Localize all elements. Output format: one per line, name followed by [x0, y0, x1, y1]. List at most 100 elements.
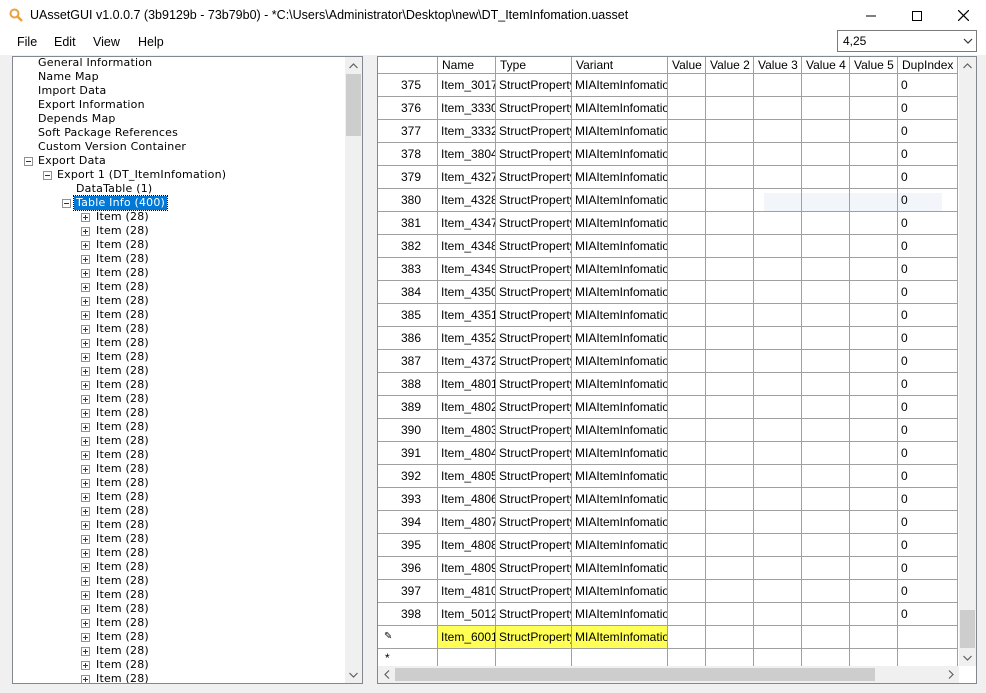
expand-icon[interactable] — [81, 465, 90, 474]
cell-value3[interactable] — [754, 281, 802, 304]
new-cell-value2[interactable] — [706, 649, 754, 666]
cell-value4[interactable] — [802, 327, 850, 350]
cell-name[interactable]: Item_4803 — [438, 419, 496, 442]
column-header-value4[interactable]: Value 4 — [802, 57, 850, 74]
tree-node[interactable]: Export Information — [13, 98, 343, 112]
collapse-icon[interactable] — [24, 157, 33, 166]
cell-value4[interactable] — [802, 212, 850, 235]
cell-value5[interactable] — [850, 143, 898, 166]
cell-value3[interactable] — [754, 580, 802, 603]
cell-value5[interactable] — [850, 235, 898, 258]
cell-value3[interactable] — [754, 120, 802, 143]
cell-value4[interactable] — [802, 74, 850, 97]
cell-type[interactable]: StructProperty — [496, 143, 572, 166]
cell-value4[interactable] — [802, 442, 850, 465]
cell-value4[interactable] — [802, 580, 850, 603]
column-header-value2[interactable]: Value 2 — [706, 57, 754, 74]
cell-value5[interactable] — [850, 373, 898, 396]
cell-value2[interactable] — [706, 74, 754, 97]
cell-name[interactable]: Item_4327 — [438, 166, 496, 189]
cell-dupindex[interactable]: 0 — [898, 465, 958, 488]
cell-type[interactable]: StructProperty — [496, 350, 572, 373]
cell-value2[interactable] — [706, 465, 754, 488]
maximize-button[interactable] — [894, 0, 940, 31]
cell-value5[interactable] — [850, 212, 898, 235]
cell-variant[interactable]: MIAItemInfomation — [572, 258, 668, 281]
expand-icon[interactable] — [81, 255, 90, 264]
cell-name[interactable]: Item_4807 — [438, 511, 496, 534]
cell-dupindex[interactable]: 0 — [898, 442, 958, 465]
new-cell-value3[interactable] — [754, 649, 802, 666]
row-number[interactable]: 391 — [378, 442, 438, 465]
expand-icon[interactable] — [81, 521, 90, 530]
cell-value[interactable] — [668, 327, 706, 350]
cell-name[interactable]: Item_4801 — [438, 373, 496, 396]
cell-name[interactable]: Item_4804 — [438, 442, 496, 465]
edit-cell-name[interactable]: Item_6001 — [438, 626, 496, 649]
cell-value3[interactable] — [754, 488, 802, 511]
column-header-name[interactable]: Name — [438, 57, 496, 74]
tree-node-item[interactable]: Item (28) — [13, 588, 343, 602]
cell-value4[interactable] — [802, 373, 850, 396]
cell-type[interactable]: StructProperty — [496, 74, 572, 97]
tree-node-item[interactable]: Item (28) — [13, 350, 343, 364]
cell-dupindex[interactable]: 0 — [898, 603, 958, 626]
cell-name[interactable]: Item_3017 — [438, 74, 496, 97]
cell-type[interactable]: StructProperty — [496, 511, 572, 534]
new-row-marker[interactable]: * — [378, 649, 438, 666]
cell-type[interactable]: StructProperty — [496, 603, 572, 626]
column-header-dupindex[interactable]: DupIndex — [898, 57, 958, 74]
cell-value5[interactable] — [850, 396, 898, 419]
row-number[interactable]: 383 — [378, 258, 438, 281]
new-cell-name[interactable] — [438, 649, 496, 666]
cell-value4[interactable] — [802, 120, 850, 143]
cell-value4[interactable] — [802, 534, 850, 557]
row-number[interactable]: 382 — [378, 235, 438, 258]
cell-name[interactable]: Item_4808 — [438, 534, 496, 557]
column-header-value3[interactable]: Value 3 — [754, 57, 802, 74]
cell-value[interactable] — [668, 350, 706, 373]
cell-value2[interactable] — [706, 557, 754, 580]
grid-hscrollbar[interactable] — [378, 666, 959, 683]
cell-variant[interactable]: MIAItemInfomation — [572, 488, 668, 511]
cell-value4[interactable] — [802, 304, 850, 327]
tree-node-item[interactable]: Item (28) — [13, 490, 343, 504]
row-number[interactable]: 385 — [378, 304, 438, 327]
tree-node-item[interactable]: Item (28) — [13, 364, 343, 378]
expand-icon[interactable] — [81, 577, 90, 586]
cell-variant[interactable]: MIAItemInfomation — [572, 580, 668, 603]
cell-value5[interactable] — [850, 74, 898, 97]
expand-icon[interactable] — [81, 381, 90, 390]
cell-value3[interactable] — [754, 97, 802, 120]
menu-view[interactable]: View — [93, 35, 120, 49]
cell-value4[interactable] — [802, 511, 850, 534]
cell-type[interactable]: StructProperty — [496, 258, 572, 281]
cell-value2[interactable] — [706, 258, 754, 281]
tree-node-item[interactable]: Item (28) — [13, 532, 343, 546]
edit-cell-value2[interactable] — [706, 626, 754, 649]
tree-node[interactable]: General Information — [13, 57, 343, 70]
cell-value5[interactable] — [850, 580, 898, 603]
property-grid[interactable]: Name Type Variant Value Value 2 Value 3 Value … — [377, 56, 977, 684]
cell-variant[interactable]: MIAItemInfomation — [572, 97, 668, 120]
row-number[interactable]: 390 — [378, 419, 438, 442]
scroll-down-icon[interactable] — [959, 649, 976, 666]
cell-variant[interactable]: MIAItemInfomation — [572, 373, 668, 396]
cell-value[interactable] — [668, 304, 706, 327]
cell-variant[interactable]: MIAItemInfomation — [572, 304, 668, 327]
chevron-down-icon[interactable] — [962, 35, 974, 47]
expand-icon[interactable] — [81, 451, 90, 460]
row-number[interactable]: 386 — [378, 327, 438, 350]
cell-value[interactable] — [668, 166, 706, 189]
cell-dupindex[interactable]: 0 — [898, 74, 958, 97]
column-header-value5[interactable]: Value 5 — [850, 57, 898, 74]
tree-node[interactable]: Soft Package References — [13, 126, 343, 140]
cell-value4[interactable] — [802, 419, 850, 442]
cell-dupindex[interactable]: 0 — [898, 258, 958, 281]
tree-node-item[interactable]: Item (28) — [13, 378, 343, 392]
expand-icon[interactable] — [81, 479, 90, 488]
cell-dupindex[interactable]: 0 — [898, 143, 958, 166]
column-header-variant[interactable]: Variant — [572, 57, 668, 74]
cell-value2[interactable] — [706, 97, 754, 120]
scroll-up-icon[interactable] — [345, 57, 362, 74]
